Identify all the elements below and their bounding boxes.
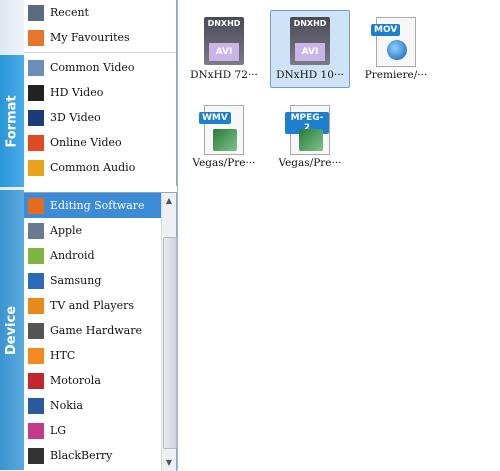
tab-device[interactable]: Device: [0, 190, 24, 470]
device-category-item[interactable]: Android: [24, 243, 176, 268]
wmv-film-icon: WMV: [199, 105, 247, 155]
device-category-item[interactable]: Game Hardware: [24, 318, 176, 343]
film-icon: [28, 59, 44, 76]
motorola-icon: [28, 372, 44, 389]
mpeg2-film-icon: MPEG-2: [285, 105, 333, 155]
music-icon: [28, 159, 44, 176]
device-category-item[interactable]: Nokia: [24, 393, 176, 418]
format-item[interactable]: MPEG-2 Vegas/Pre···: [270, 98, 350, 176]
device-category-item[interactable]: HTC: [24, 343, 176, 368]
recent-icon: [28, 4, 44, 21]
nokia-icon: [28, 397, 44, 414]
format-badge: MOV: [371, 24, 401, 36]
device-category-item[interactable]: Motorola: [24, 368, 176, 393]
format-caption: Vegas/Pre···: [192, 157, 256, 169]
device-category-item[interactable]: BlackBerry: [24, 443, 176, 468]
device-category-list: Editing Software Apple Android Samsung TV an…: [24, 192, 177, 471]
format-category-item-label: 3D Video: [50, 111, 101, 124]
format-sub-badge: AVI: [209, 43, 239, 61]
device-category-item-label: Editing Software: [50, 199, 145, 212]
game-hardware-icon: [28, 322, 44, 339]
format-grid: DNXHD AVI DNxHD 72··· DNXHD AVI DNxHD 10··· MO…: [177, 0, 500, 470]
film-strip-icon: [213, 129, 237, 151]
dnxhd-avi-icon: DNXHD AVI: [201, 17, 247, 67]
format-category-item-label: Online Video: [50, 136, 122, 149]
android-icon: [28, 247, 44, 264]
device-category-item[interactable]: TV and Players: [24, 293, 176, 318]
device-category-item-label: Android: [50, 249, 95, 262]
format-category-item-label: HD Video: [50, 86, 104, 99]
format-badge: WMV: [199, 112, 231, 124]
format-category-item-label: Common Video: [50, 61, 135, 74]
format-category-item[interactable]: Online Video: [24, 130, 176, 155]
device-category-item-label: TV and Players: [50, 299, 135, 312]
editing-software-icon: [28, 197, 44, 214]
device-category-item-label: Samsung: [50, 274, 102, 287]
device-category-item-label: BlackBerry: [50, 449, 113, 462]
device-category-item-label: HTC: [50, 349, 76, 362]
blackberry-icon: [28, 447, 44, 464]
format-category-list: Recent My Favourites Common Video HD Video 3…: [24, 0, 177, 186]
format-badge: DNXHD: [207, 19, 241, 28]
format-category-item-label: My Favourites: [50, 31, 130, 44]
online-video-icon: [28, 134, 44, 151]
format-category-item[interactable]: 3D Video: [24, 105, 176, 130]
scroll-thumb[interactable]: [163, 237, 177, 449]
device-list-scrollbar[interactable]: ▲ ▼: [161, 193, 177, 471]
format-item[interactable]: DNXHD AVI DNxHD 72···: [184, 10, 264, 88]
format-caption: Vegas/Pre···: [278, 157, 342, 169]
format-caption: DNxHD 72···: [190, 69, 258, 81]
samsung-phone-icon: [28, 272, 44, 289]
scroll-up-icon[interactable]: ▲: [163, 195, 175, 207]
tab-device-label: Device: [4, 305, 20, 355]
format-item[interactable]: WMV Vegas/Pre···: [184, 98, 264, 176]
quicktime-icon: [387, 40, 407, 60]
lg-icon: [28, 422, 44, 439]
device-category-item-label: Nokia: [50, 399, 83, 412]
format-category-item-label: Common Audio: [50, 161, 136, 174]
format-caption: DNxHD 10···: [276, 69, 344, 81]
device-category-item[interactable]: LG: [24, 418, 176, 443]
format-caption: Premiere/···: [364, 69, 428, 81]
device-category-item-label: Game Hardware: [50, 324, 142, 337]
format-category-item[interactable]: Recent: [24, 0, 176, 25]
mov-quicktime-icon: MOV: [371, 17, 419, 67]
format-category-item-label: Recent: [50, 6, 89, 19]
device-category-item-label: LG: [50, 424, 67, 437]
tv-players-icon: [28, 297, 44, 314]
device-category-item-label: Apple: [50, 224, 83, 237]
apple-device-icon: [28, 222, 44, 239]
list-divider: [24, 52, 176, 53]
hd-icon: [28, 84, 44, 101]
scroll-down-icon[interactable]: ▼: [163, 457, 175, 469]
heart-icon: [28, 29, 44, 46]
format-badge: DNXHD: [293, 19, 327, 28]
film-strip-icon: [299, 129, 323, 151]
device-category-item[interactable]: Apple: [24, 218, 176, 243]
device-category-item[interactable]: Editing Software: [24, 193, 176, 218]
device-category-item[interactable]: Samsung: [24, 268, 176, 293]
tab-format[interactable]: Format: [0, 55, 24, 187]
3d-icon: [28, 109, 44, 126]
htc-icon: [28, 347, 44, 364]
device-category-item-label: Motorola: [50, 374, 101, 387]
format-category-item[interactable]: HD Video: [24, 80, 176, 105]
format-category-item[interactable]: Common Audio: [24, 155, 176, 180]
format-category-item[interactable]: Common Video: [24, 55, 176, 80]
tab-format-label: Format: [4, 94, 20, 148]
format-item[interactable]: MOV Premiere/···: [356, 10, 436, 88]
dnxhd-avi-icon: DNXHD AVI: [287, 17, 333, 67]
format-item[interactable]: DNXHD AVI DNxHD 10···: [270, 10, 350, 88]
format-category-item[interactable]: My Favourites: [24, 25, 176, 50]
format-sub-badge: AVI: [295, 43, 325, 61]
